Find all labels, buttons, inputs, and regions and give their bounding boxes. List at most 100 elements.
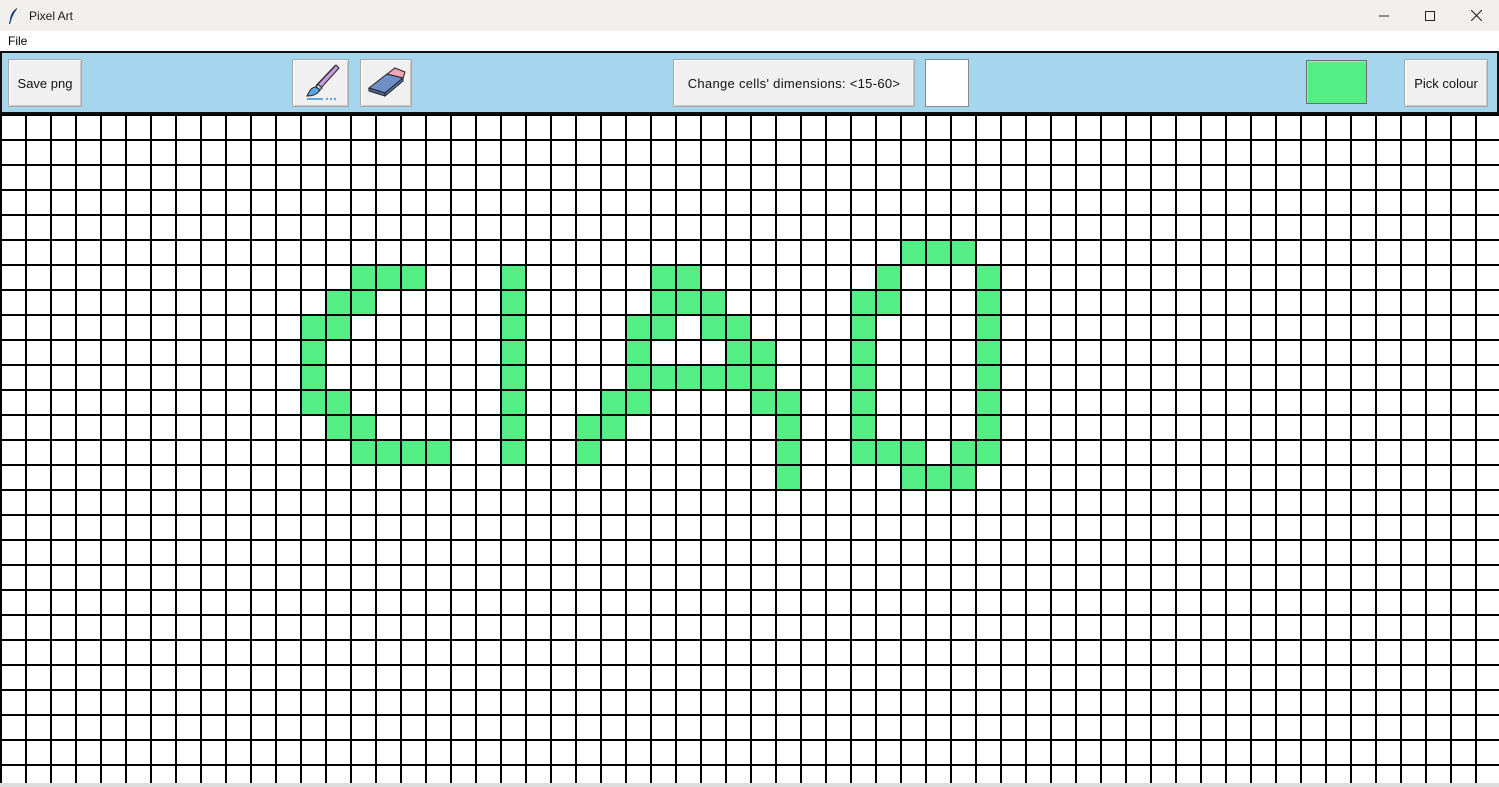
painted-cell[interactable] (850, 389, 875, 414)
painted-cell[interactable] (925, 464, 950, 489)
title-bar: Pixel Art (0, 0, 1499, 31)
painted-cell[interactable] (900, 464, 925, 489)
brush-button[interactable] (292, 59, 349, 107)
painted-cell[interactable] (750, 339, 775, 364)
painted-cell[interactable] (950, 439, 975, 464)
painted-cell[interactable] (500, 339, 525, 364)
painted-cell[interactable] (775, 389, 800, 414)
painted-cell[interactable] (650, 314, 675, 339)
painted-cell[interactable] (625, 314, 650, 339)
painted-cell[interactable] (300, 314, 325, 339)
painted-cell[interactable] (975, 439, 1000, 464)
painted-cell[interactable] (950, 239, 975, 264)
save-png-button[interactable]: Save png (8, 59, 82, 107)
painted-cell[interactable] (675, 364, 700, 389)
painted-cell[interactable] (650, 264, 675, 289)
eraser-button[interactable] (360, 59, 412, 107)
painted-cell[interactable] (975, 314, 1000, 339)
painted-cell[interactable] (575, 414, 600, 439)
painted-cell[interactable] (350, 414, 375, 439)
painted-cell[interactable] (425, 439, 450, 464)
painted-cell[interactable] (850, 339, 875, 364)
painted-cell[interactable] (500, 264, 525, 289)
painted-cell[interactable] (500, 364, 525, 389)
painted-cell[interactable] (975, 264, 1000, 289)
maximize-icon[interactable] (1407, 0, 1453, 31)
painted-cell[interactable] (850, 289, 875, 314)
painted-cell[interactable] (675, 264, 700, 289)
painted-cell[interactable] (675, 289, 700, 314)
painted-cell[interactable] (600, 414, 625, 439)
painted-cell[interactable] (325, 389, 350, 414)
painted-cell[interactable] (900, 239, 925, 264)
cell-dimension-input[interactable] (925, 59, 969, 107)
feather-icon (9, 7, 23, 24)
painted-cell[interactable] (875, 289, 900, 314)
painted-cell[interactable] (400, 264, 425, 289)
painted-cell[interactable] (325, 414, 350, 439)
painted-cell[interactable] (725, 339, 750, 364)
pick-colour-button[interactable]: Pick colour (1404, 59, 1488, 107)
window-title: Pixel Art (29, 8, 74, 23)
painted-cell[interactable] (600, 389, 625, 414)
painted-cell[interactable] (875, 264, 900, 289)
painted-cell[interactable] (300, 389, 325, 414)
painted-cell[interactable] (975, 289, 1000, 314)
menu-bar: File (0, 31, 1499, 51)
painted-cell[interactable] (625, 389, 650, 414)
painted-cell[interactable] (725, 364, 750, 389)
pixel-canvas[interactable] (0, 114, 1499, 783)
painted-cell[interactable] (650, 364, 675, 389)
painted-cell[interactable] (325, 289, 350, 314)
painted-cell[interactable] (500, 289, 525, 314)
window-bottom-edge (0, 783, 1499, 787)
painted-cell[interactable] (300, 339, 325, 364)
painted-cell[interactable] (650, 289, 675, 314)
painted-cell[interactable] (950, 464, 975, 489)
painted-cell[interactable] (500, 414, 525, 439)
painted-cell[interactable] (400, 439, 425, 464)
painted-cell[interactable] (500, 314, 525, 339)
painted-cell[interactable] (625, 364, 650, 389)
painted-cell[interactable] (700, 289, 725, 314)
painted-cell[interactable] (775, 414, 800, 439)
painted-cell[interactable] (775, 439, 800, 464)
painted-cell[interactable] (500, 439, 525, 464)
painted-cell[interactable] (875, 439, 900, 464)
painted-cell[interactable] (625, 339, 650, 364)
painted-cell[interactable] (375, 439, 400, 464)
close-icon[interactable] (1453, 0, 1499, 31)
paintbrush-icon (299, 62, 343, 105)
painted-cell[interactable] (925, 239, 950, 264)
painted-cell[interactable] (700, 314, 725, 339)
painted-cell[interactable] (900, 439, 925, 464)
painted-cell[interactable] (775, 464, 800, 489)
painted-cell[interactable] (975, 364, 1000, 389)
painted-cell[interactable] (850, 314, 875, 339)
painted-cell[interactable] (325, 314, 350, 339)
painted-cell[interactable] (350, 289, 375, 314)
grid-lines (0, 114, 1499, 783)
painted-cell[interactable] (975, 339, 1000, 364)
painted-cell[interactable] (375, 264, 400, 289)
painted-cell[interactable] (350, 439, 375, 464)
painted-cell[interactable] (700, 364, 725, 389)
minimize-icon[interactable] (1361, 0, 1407, 31)
painted-cell[interactable] (850, 364, 875, 389)
menu-file[interactable]: File (0, 34, 35, 48)
change-dimensions-button[interactable]: Change cells' dimensions: <15-60> (673, 59, 915, 107)
painted-cell[interactable] (975, 414, 1000, 439)
toolbar: Save png Change cells' dimensions: <15-6… (0, 51, 1499, 114)
painted-cell[interactable] (500, 389, 525, 414)
painted-cell[interactable] (750, 364, 775, 389)
painted-cell[interactable] (725, 314, 750, 339)
painted-cell[interactable] (350, 264, 375, 289)
eraser-icon (365, 66, 407, 101)
painted-cell[interactable] (300, 364, 325, 389)
painted-cell[interactable] (975, 389, 1000, 414)
painted-cell[interactable] (850, 414, 875, 439)
current-colour-swatch (1306, 60, 1367, 104)
painted-cell[interactable] (850, 439, 875, 464)
painted-cell[interactable] (750, 389, 775, 414)
painted-cell[interactable] (575, 439, 600, 464)
